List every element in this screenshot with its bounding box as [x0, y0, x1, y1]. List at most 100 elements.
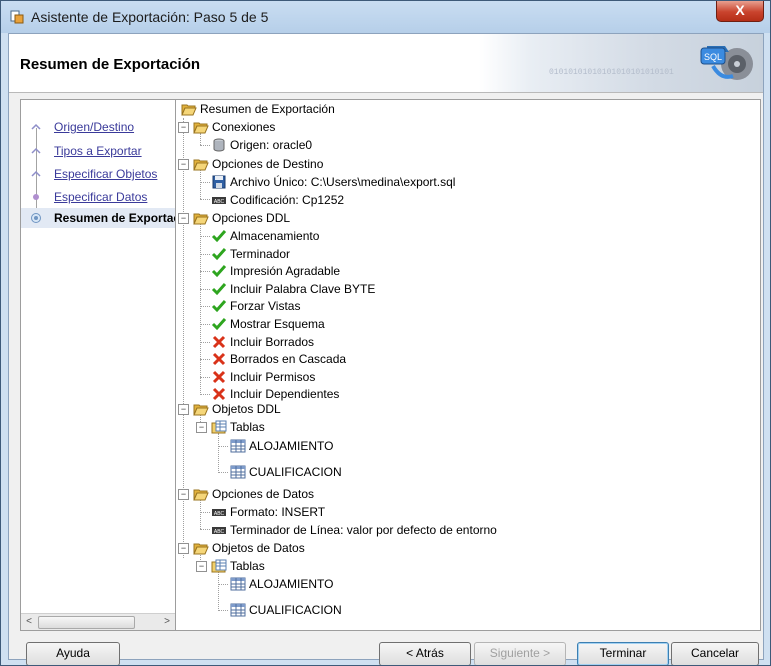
step-especificar-datos[interactable]: Especificar Datos	[21, 187, 175, 207]
scroll-right-arrow-icon[interactable]: >	[160, 615, 174, 629]
step-done-icon	[31, 123, 41, 130]
tree-label: Formato: INSERT	[230, 505, 326, 519]
sql-badge-text: SQL	[704, 52, 722, 62]
tree-connector	[200, 236, 210, 237]
summary-tree: Resumen de Exportación − Conexiones Orig…	[175, 99, 761, 631]
collapse-toggle-icon[interactable]: −	[196, 561, 207, 572]
export-wizard-window: Asistente de Exportación: Paso 5 de 5 X …	[0, 0, 771, 666]
check-icon	[211, 230, 227, 243]
cross-icon	[212, 387, 226, 401]
tree-label: Forzar Vistas	[230, 299, 301, 313]
database-icon	[213, 138, 225, 152]
tree-label: Impresión Agradable	[230, 264, 341, 278]
tree-connector	[200, 306, 210, 307]
tree-label: Codificación: Cp1252	[230, 193, 345, 207]
text-property-icon: ABC	[212, 509, 226, 517]
tree-connector	[200, 499, 201, 529]
check-icon	[211, 248, 227, 261]
step-especificar-objetos[interactable]: Especificar Objetos	[21, 164, 175, 184]
check-icon	[211, 265, 227, 278]
tree-label: Almacenamiento	[230, 229, 320, 243]
tree-connector	[200, 512, 210, 513]
tree-connector	[200, 271, 210, 272]
save-disk-icon	[212, 175, 226, 189]
tree-connector	[218, 446, 228, 447]
collapse-toggle-icon[interactable]: −	[178, 122, 189, 133]
tree-label: Objetos de Datos	[212, 541, 305, 555]
tree-connector	[200, 377, 210, 378]
folder-open-icon	[181, 104, 197, 116]
folder-open-icon	[193, 404, 209, 416]
step-label[interactable]: Tipos a Exportar	[54, 144, 142, 158]
step-resumen-exportacion[interactable]: Resumen de Exportación	[21, 208, 198, 228]
step-done-icon	[31, 147, 41, 154]
tree-label: Incluir Borrados	[230, 335, 315, 349]
back-button[interactable]: < Atrás	[379, 642, 471, 665]
tree-connector	[200, 145, 210, 146]
tree-label: Terminador de Línea: valor por defecto d…	[230, 523, 497, 537]
scroll-thumb[interactable]	[38, 616, 135, 629]
next-button[interactable]: Siguiente >	[474, 642, 566, 665]
tree-connector	[200, 342, 210, 343]
table-icon	[230, 577, 246, 591]
text-property-icon: ABC	[212, 527, 226, 535]
finish-button[interactable]: Terminar	[577, 642, 669, 665]
check-icon	[211, 300, 227, 313]
tree-label: ALOJAMIENTO	[249, 439, 334, 453]
tree-label: Borrados en Cascada	[230, 352, 347, 366]
tree-label: ALOJAMIENTO	[249, 577, 334, 591]
tree-connector	[218, 433, 219, 473]
tree-label: Incluir Permisos	[230, 370, 316, 384]
cross-icon	[212, 352, 226, 366]
tree-label: Terminador	[230, 247, 291, 261]
collapse-toggle-icon[interactable]: −	[178, 489, 189, 500]
title-bar[interactable]: Asistente de Exportación: Paso 5 de 5 X	[1, 1, 770, 33]
tree-label: Objetos DDL	[212, 402, 281, 416]
step-origen-destino[interactable]: Origen/Destino	[21, 117, 175, 137]
collapse-toggle-icon[interactable]: −	[178, 213, 189, 224]
cross-icon	[212, 335, 226, 349]
tree-label: Opciones DDL	[212, 211, 291, 225]
folder-open-icon	[193, 213, 209, 225]
collapse-toggle-icon[interactable]: −	[178, 404, 189, 415]
help-button[interactable]: Ayuda	[26, 642, 120, 665]
tree-connector	[200, 394, 210, 395]
table-icon	[230, 465, 246, 479]
folder-open-icon	[193, 543, 209, 555]
step-label[interactable]: Especificar Datos	[54, 190, 147, 204]
tree-connector	[200, 223, 201, 395]
tree-label: Tablas	[230, 559, 265, 573]
tree-connector	[218, 584, 228, 585]
table-icon	[230, 603, 246, 617]
folder-open-icon	[193, 122, 209, 134]
binary-pattern: 01010101010101010101010101	[549, 68, 674, 77]
collapse-toggle-icon[interactable]: −	[196, 422, 207, 433]
step-label[interactable]: Especificar Objetos	[54, 167, 157, 181]
tree-connector	[200, 359, 210, 360]
svg-text:ABC: ABC	[214, 529, 225, 535]
header-banner: 01010101010101010101010101 SQL	[479, 34, 763, 92]
collapse-toggle-icon[interactable]: −	[178, 543, 189, 554]
svg-text:ABC: ABC	[214, 199, 225, 205]
cross-icon	[212, 370, 226, 384]
tree-connector	[200, 529, 210, 530]
step-label[interactable]: Origen/Destino	[54, 120, 134, 134]
tree-label: Conexiones	[212, 120, 276, 134]
tree-connector	[218, 472, 228, 473]
table-icon	[230, 439, 246, 453]
tree-connector	[200, 169, 201, 199]
step-tipos-exportar[interactable]: Tipos a Exportar	[21, 141, 175, 161]
tree-connector	[200, 254, 210, 255]
tree-label: Origen: oracle0	[230, 138, 313, 152]
close-button[interactable]: X	[716, 1, 764, 22]
check-icon	[211, 283, 227, 296]
cancel-button[interactable]: Cancelar	[671, 642, 759, 665]
step-done-icon	[31, 170, 41, 177]
window-title: Asistente de Exportación: Paso 5 de 5	[31, 9, 269, 25]
tree-connector	[218, 571, 219, 611]
steps-horizontal-scrollbar[interactable]: < >	[21, 613, 175, 630]
wizard-client-area: Resumen de Exportación 01010101010101010…	[8, 33, 764, 665]
collapse-toggle-icon[interactable]: −	[178, 159, 189, 170]
scroll-left-arrow-icon[interactable]: <	[22, 615, 36, 629]
tables-folder-icon	[211, 420, 227, 434]
